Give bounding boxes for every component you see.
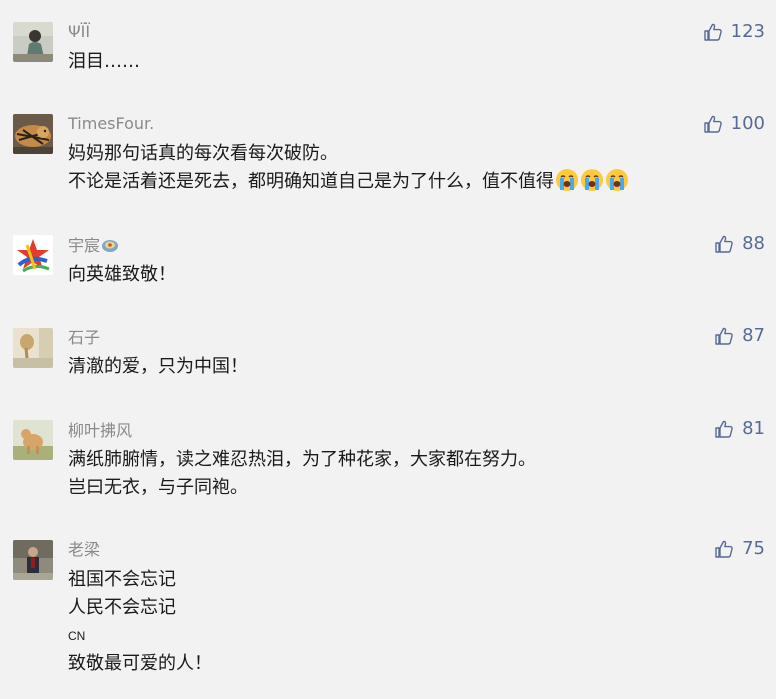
username-text: 宇宸 (68, 236, 101, 255)
like-button[interactable]: 123 (703, 21, 765, 43)
comment-text: 泪目…… (68, 48, 140, 76)
like-count: 123 (730, 21, 765, 42)
crying-face-icon (556, 169, 578, 191)
thumbs-up-icon (715, 327, 733, 345)
like-button[interactable]: 75 (714, 538, 765, 560)
thumbs-up-icon (715, 420, 733, 438)
comment-text: 清澈的爱，只为中国！ (68, 353, 248, 381)
comment-line: 岂曰无衣，与子同袍。 (68, 477, 248, 498)
crying-face-icon (581, 169, 603, 191)
avatar[interactable] (13, 328, 53, 368)
thumbs-up-icon (715, 235, 733, 253)
thumbs-up-icon (703, 23, 722, 41)
comment-text: 向英雄致敬！ (68, 261, 176, 289)
comment-line-with-emoji: 不论是活着还是死去，都明确知道自己是为了什么，值不值得 (68, 168, 629, 196)
like-count: 81 (742, 418, 765, 439)
comment-text: 祖国不会忘记 人民不会忘记 CN 致敬最可爱的人！ (68, 566, 212, 678)
avatar[interactable] (13, 114, 53, 154)
thumbs-up-icon (703, 115, 722, 133)
avatar[interactable] (13, 22, 53, 62)
like-count: 88 (742, 233, 765, 254)
comment-line: 清澈的爱，只为中国！ (68, 356, 248, 377)
avatar[interactable] (13, 235, 53, 275)
comment-line: 人民不会忘记 (68, 597, 176, 618)
username[interactable]: 老梁 (68, 540, 100, 560)
like-button[interactable]: 100 (703, 113, 765, 135)
comment-line: CN (68, 629, 86, 643)
like-count: 87 (742, 325, 765, 346)
comment-line: 祖国不会忘记 (68, 569, 176, 590)
like-button[interactable]: 81 (714, 418, 765, 440)
comment-line: 向英雄致敬！ (68, 264, 176, 285)
username[interactable]: TimesFour. (68, 114, 154, 134)
avatar[interactable] (13, 420, 53, 460)
username[interactable]: 柳叶拂风 (68, 421, 132, 441)
avatar[interactable] (13, 540, 53, 580)
like-button[interactable]: 88 (714, 233, 765, 255)
comment-line: 满纸肺腑情，读之难忍热泪，为了种花家，大家都在努力。 (68, 449, 536, 470)
medal-badge-icon (102, 240, 119, 252)
comment-text: 妈妈那句话真的每次看每次破防。 不论是活着还是死去，都明确知道自己是为了什么，值… (68, 140, 629, 196)
like-button[interactable]: 87 (714, 325, 765, 347)
like-count: 75 (742, 538, 765, 559)
crying-face-icon (606, 169, 628, 191)
username[interactable]: 宇宸 (68, 236, 119, 256)
thumbs-up-icon (715, 540, 733, 558)
comment-text: 满纸肺腑情，读之难忍热泪，为了种花家，大家都在努力。 岂曰无衣，与子同袍。 (68, 446, 536, 502)
comment-line: 泪目…… (68, 51, 140, 72)
like-count: 100 (730, 113, 765, 134)
comment-line: 致敬最可爱的人！ (68, 653, 212, 674)
comment-line: 妈妈那句话真的每次看每次破防。 (68, 143, 338, 164)
username[interactable]: ΨÏÏ (68, 22, 90, 42)
username[interactable]: 石子 (68, 328, 100, 348)
comment-line: 不论是活着还是死去，都明确知道自己是为了什么，值不值得 (68, 171, 554, 192)
